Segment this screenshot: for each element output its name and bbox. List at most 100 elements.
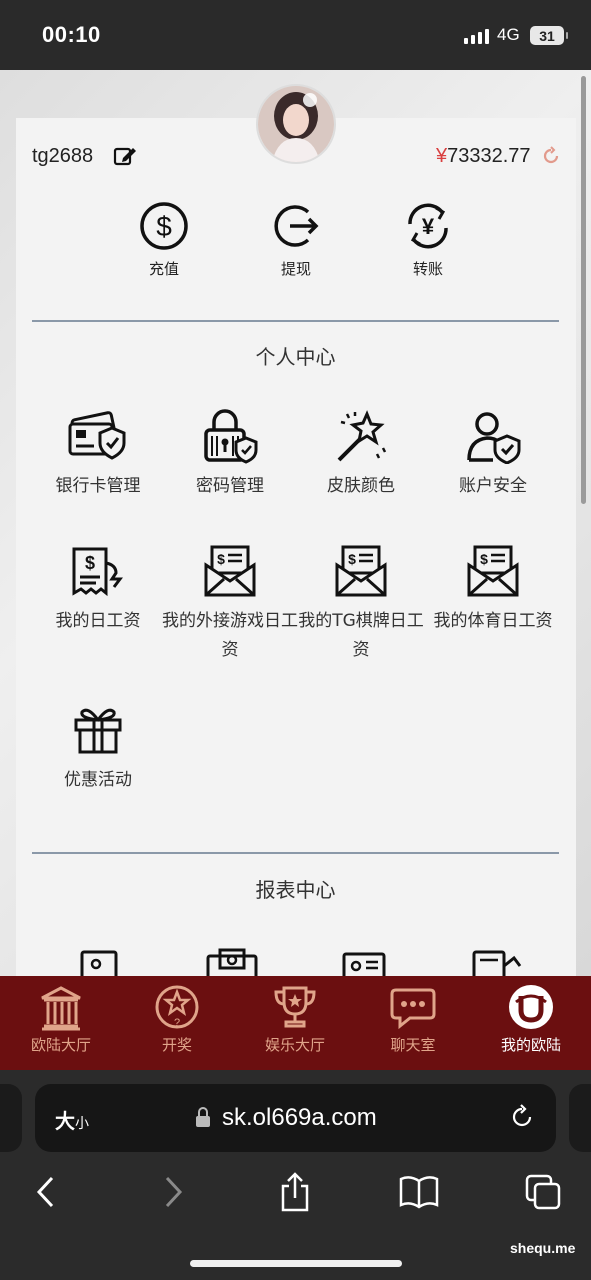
tab-entertainment-label: 娱乐大厅 (264, 1036, 325, 1054)
balance: ¥73332.77 (436, 145, 531, 168)
svg-text:¥: ¥ (422, 214, 435, 239)
my-external-game-daily-wage[interactable]: $ 我的外接游戏日工资 (160, 543, 300, 665)
section-title-personal: 个人中心 (255, 345, 336, 369)
svg-text:$: $ (348, 551, 356, 567)
recharge-button[interactable]: $ 充值 (109, 200, 219, 290)
svg-text:$: $ (156, 211, 172, 242)
transfer-label: 转账 (412, 260, 443, 278)
divider (32, 320, 559, 322)
transfer-button[interactable]: ¥ 转账 (373, 200, 483, 290)
envelope-dollar-icon: $ (335, 545, 387, 597)
yuan-exchange-icon: ¥ (408, 203, 448, 249)
padlock-shield-icon (204, 409, 258, 464)
skin-color-label: 皮肤颜色 (327, 476, 395, 496)
edit-icon[interactable] (113, 144, 137, 168)
password-label: 密码管理 (196, 476, 264, 496)
report-icon-1[interactable] (78, 948, 124, 978)
currency-symbol: ¥ (436, 145, 448, 167)
share-icon (281, 1172, 309, 1212)
tab-my-oulu-label: 我的欧陆 (500, 1036, 561, 1054)
tab-lobby[interactable]: 欧陆大厅 (2, 976, 120, 1070)
tab-entertainment[interactable]: 娱乐大厅 (236, 976, 354, 1070)
withdraw-button[interactable]: 提现 (241, 200, 351, 290)
my-sports-daily-wage[interactable]: $ 我的体育日工资 (423, 543, 563, 636)
svg-text:$: $ (480, 551, 488, 567)
withdraw-arrow-icon (274, 205, 319, 247)
svg-text:?: ? (174, 1017, 180, 1029)
username: tg2688 (32, 145, 94, 167)
my-sports-label: 我的体育日工资 (433, 611, 553, 631)
my-tg-chess-label: 我的TG棋牌日工资 (298, 611, 424, 660)
bank-card-shield-icon (68, 411, 126, 460)
watermark: shequ.me (510, 1240, 576, 1256)
previous-tab-preview[interactable] (0, 1084, 22, 1152)
bank-card-label: 银行卡管理 (55, 476, 141, 496)
user-shield-icon (467, 412, 521, 464)
my-daily-wage-label: 我的日工资 (55, 611, 141, 631)
status-bar: 00:10 4G 31 (0, 0, 591, 70)
tabs-icon (525, 1174, 561, 1210)
account-security[interactable]: 账户安全 (423, 408, 563, 501)
tab-lobby-label: 欧陆大厅 (30, 1036, 91, 1054)
bottom-tab-bar: 欧陆大厅 ? 开奖 娱乐大厅 聊天室 我的欧陆 (0, 976, 591, 1070)
report-icon-4[interactable] (470, 946, 522, 978)
status-time: 00:10 (42, 22, 101, 47)
bank-card-management[interactable]: 银行卡管理 (28, 408, 168, 501)
gift-box-icon (74, 708, 122, 754)
reload-icon[interactable] (509, 1104, 535, 1130)
my-external-game-label: 我的外接游戏日工资 (162, 611, 298, 660)
chevron-left-icon (36, 1176, 54, 1208)
tabs-button[interactable] (521, 1170, 565, 1214)
tab-chat-room[interactable]: 聊天室 (354, 976, 472, 1070)
tab-lottery[interactable]: ? 开奖 (118, 976, 236, 1070)
magic-wand-icon (337, 410, 387, 462)
share-button[interactable] (273, 1170, 317, 1214)
battery-level: 31 (539, 27, 555, 44)
url-text: sk.ol669a.com (222, 1104, 377, 1131)
password-management[interactable]: 密码管理 (160, 408, 300, 501)
promotions[interactable]: 优惠活动 (28, 702, 168, 795)
account-security-label: 账户安全 (459, 476, 527, 496)
svg-text:$: $ (217, 551, 225, 567)
address-bar[interactable]: 大小 sk.ol669a.com (35, 1084, 556, 1152)
section-title-reports: 报表中心 (255, 878, 336, 902)
refresh-icon[interactable] (541, 146, 561, 166)
home-indicator[interactable] (190, 1260, 402, 1267)
network-type: 4G (497, 25, 520, 44)
text-size-big: 大 (55, 1109, 75, 1133)
bookmarks-button[interactable] (397, 1170, 441, 1214)
battery-icon: 31 (530, 26, 568, 45)
lottery-ball-icon: ? (155, 985, 199, 1029)
tab-chat-room-label: 聊天室 (390, 1036, 436, 1054)
book-icon (399, 1176, 439, 1209)
tab-lottery-label: 开奖 (161, 1036, 192, 1054)
report-icon-3[interactable] (340, 948, 390, 978)
chevron-right-icon (165, 1176, 183, 1208)
withdraw-label: 提现 (280, 260, 311, 278)
report-icon-2[interactable] (204, 948, 260, 978)
text-size-button[interactable]: 大小 (55, 1105, 89, 1134)
my-daily-wage[interactable]: $ 我的日工资 (28, 543, 168, 636)
balance-amount: 73332.77 (447, 145, 531, 167)
my-tg-chess-daily-wage[interactable]: $ 我的TG棋牌日工资 (291, 543, 431, 665)
signal-strength-icon (464, 28, 489, 44)
lock-icon (196, 1107, 210, 1127)
tab-my-oulu[interactable]: 我的欧陆 (472, 976, 590, 1070)
u-logo-icon (509, 985, 553, 1029)
page-scrollbar[interactable] (581, 76, 586, 504)
building-icon (41, 986, 81, 1031)
svg-text:$: $ (85, 553, 95, 573)
envelope-dollar-icon: $ (204, 545, 256, 597)
next-tab-preview[interactable] (569, 1084, 591, 1152)
skin-color[interactable]: 皮肤颜色 (291, 408, 431, 501)
back-button[interactable] (24, 1170, 68, 1214)
divider (32, 852, 559, 854)
receipt-dollar-icon: $ (72, 547, 123, 597)
forward-button[interactable] (151, 1170, 195, 1214)
text-size-small: 小 (75, 1116, 89, 1132)
recharge-label: 充值 (148, 260, 179, 278)
chat-bubble-icon (390, 988, 436, 1030)
dollar-circle-icon: $ (140, 202, 188, 250)
trophy-icon (274, 986, 316, 1028)
avatar[interactable] (256, 84, 336, 164)
